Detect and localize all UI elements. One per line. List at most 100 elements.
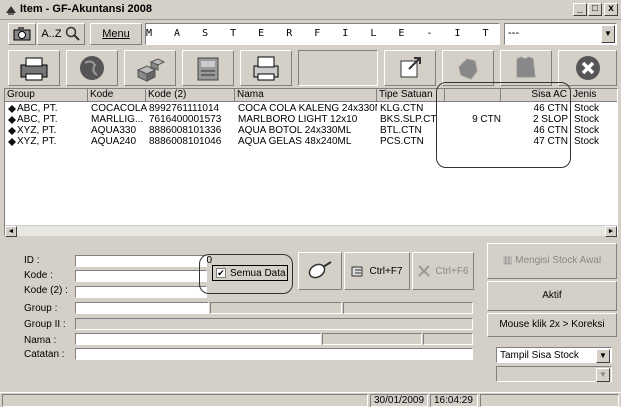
nama-cell: MARLBORO LIGHT 12x10: [238, 114, 358, 125]
mouse-klik-button[interactable]: Mouse klik 2x > Koreksi: [487, 313, 617, 337]
group2-field[interactable]: [75, 318, 473, 330]
photo-button[interactable]: [8, 23, 36, 45]
key-icon: [308, 261, 332, 279]
export-icon: [400, 57, 421, 78]
group-extra-field: [343, 302, 473, 314]
kode-cell: COCACOLA: [91, 103, 147, 114]
kode-cell: MARLLIG...: [91, 114, 144, 125]
mengisi-stock-awal-button[interactable]: ▥ Mengisi Stock Awal: [487, 243, 617, 279]
tampil-value: Tampil Sisa Stock: [500, 350, 579, 361]
column-header-nama[interactable]: Nama: [235, 89, 377, 102]
calendar-button[interactable]: [500, 50, 552, 86]
tipe-satuan-cell: PCS.CTN: [380, 136, 424, 147]
nama-field[interactable]: [75, 333, 321, 345]
close-icon: [575, 56, 600, 80]
highlight-ring: [199, 254, 293, 294]
jenis-cell: Stock: [574, 114, 600, 125]
status-panel-main: [2, 394, 368, 407]
jenis-cell: Stock: [574, 136, 600, 147]
refresh-icon: [351, 266, 363, 277]
second-select[interactable]: ▼: [496, 366, 612, 382]
master-file-title: M A S T E R F I L E - I T E M: [145, 23, 500, 45]
exit-button[interactable]: [558, 50, 617, 86]
ctrl-f7-label: Ctrl+F7: [369, 265, 403, 277]
status-bar: 30/01/2009 16:04:29: [0, 392, 621, 407]
status-time: 16:04:29: [430, 394, 478, 407]
cash-register-icon: [197, 57, 219, 81]
kode2-cell: 8886008101046: [149, 136, 222, 147]
tampil-sisa-stock-select[interactable]: Tampil Sisa Stock ▼: [496, 347, 612, 363]
grid-hscrollbar[interactable]: ◄ ►: [5, 225, 617, 237]
status-date: 30/01/2009: [370, 394, 428, 407]
export-button[interactable]: [384, 50, 436, 86]
menu-button[interactable]: Menu: [90, 23, 142, 45]
chevron-down-icon[interactable]: ▼: [596, 368, 610, 382]
scroll-right-button[interactable]: ►: [605, 226, 617, 237]
kode2-cell: 7616400001573: [149, 114, 222, 125]
kode2-cell: 8992761111014: [149, 103, 220, 114]
group-label: Group :: [24, 303, 58, 314]
group-icon: [8, 105, 16, 146]
chevron-down-icon[interactable]: ▼: [601, 25, 615, 43]
boxes-icon: [136, 58, 166, 82]
nama-label: Nama :: [24, 335, 57, 346]
printer-icon: [20, 57, 48, 81]
jenis-cell: Stock: [574, 125, 600, 136]
mengisi-label: Mengisi Stock Awal: [515, 255, 602, 266]
maximize-button[interactable]: □: [588, 3, 602, 16]
calendar-icon: [516, 56, 536, 78]
top-combo[interactable]: --- ▼: [504, 23, 617, 45]
toolbar-blank: [298, 50, 378, 86]
stock-icon: ▥: [502, 255, 516, 266]
kode2-field[interactable]: [75, 286, 207, 298]
column-header-group[interactable]: Group: [5, 89, 88, 102]
chevron-down-icon[interactable]: ▼: [596, 349, 610, 363]
boxes-button[interactable]: [124, 50, 176, 86]
group-cell: ABC, PT.: [17, 103, 58, 114]
tipe-satuan-cell: KLG.CTN: [380, 103, 424, 114]
nama-extra2-field: [423, 333, 473, 345]
tipe-satuan-cell: BTL.CTN: [380, 125, 422, 136]
catatan-label: Catatan :: [24, 349, 65, 360]
kode-cell: AQUA240: [91, 136, 137, 147]
kode-label: Kode :: [24, 270, 53, 281]
map-icon: [458, 58, 478, 80]
sort-button[interactable]: A..Z: [37, 23, 85, 45]
group-field[interactable]: [75, 302, 209, 314]
column-header-kode2[interactable]: Kode (2): [146, 89, 235, 102]
column-header-jenis[interactable]: Jenis: [571, 89, 617, 102]
register-button[interactable]: [182, 50, 234, 86]
kode-field[interactable]: [75, 270, 207, 282]
key-button[interactable]: [298, 252, 342, 290]
close-button[interactable]: x: [604, 3, 618, 16]
catatan-field[interactable]: [75, 348, 473, 360]
group-cell: XYZ, PT.: [17, 125, 57, 136]
scroll-left-button[interactable]: ◄: [5, 226, 17, 237]
nama-cell: AQUA BOTOL 24x330ML: [238, 125, 352, 136]
minimize-button[interactable]: _: [573, 3, 587, 16]
kode-cell: AQUA330: [91, 125, 137, 136]
globe-button[interactable]: [66, 50, 118, 86]
group-cell: ABC, PT.: [17, 114, 58, 125]
title-bar: Item - GF-Akuntansi 2008 _ □ x: [0, 0, 621, 20]
print-button[interactable]: [8, 50, 60, 86]
map-button[interactable]: [442, 50, 494, 86]
sort-label: A..Z: [41, 28, 62, 40]
ctrl-f6-button[interactable]: Ctrl+F6: [412, 252, 474, 290]
ctrl-f6-label: Ctrl+F6: [435, 265, 469, 277]
window-title: Item - GF-Akuntansi 2008: [20, 3, 153, 15]
column-header-kode[interactable]: Kode: [88, 89, 146, 102]
column-header-tipe-satuan[interactable]: Tipe Satuan: [377, 89, 445, 102]
ctrl-f7-button[interactable]: Ctrl+F7: [344, 252, 410, 290]
app-icon: [6, 6, 16, 15]
nama-cell: COCA COLA KALENG 24x330ML: [238, 103, 377, 114]
delete-icon: [418, 265, 431, 277]
printer-icon: [253, 56, 279, 81]
tipe-satuan-cell: BKS.SLP.CT: [380, 114, 437, 125]
aktif-button[interactable]: Aktif: [487, 281, 617, 311]
globe-icon: [80, 56, 104, 80]
kode2-cell: 8886008101336: [149, 125, 222, 136]
group-name-field: [210, 302, 342, 314]
id-field[interactable]: 0: [75, 255, 212, 267]
print-preview-button[interactable]: [240, 50, 292, 86]
